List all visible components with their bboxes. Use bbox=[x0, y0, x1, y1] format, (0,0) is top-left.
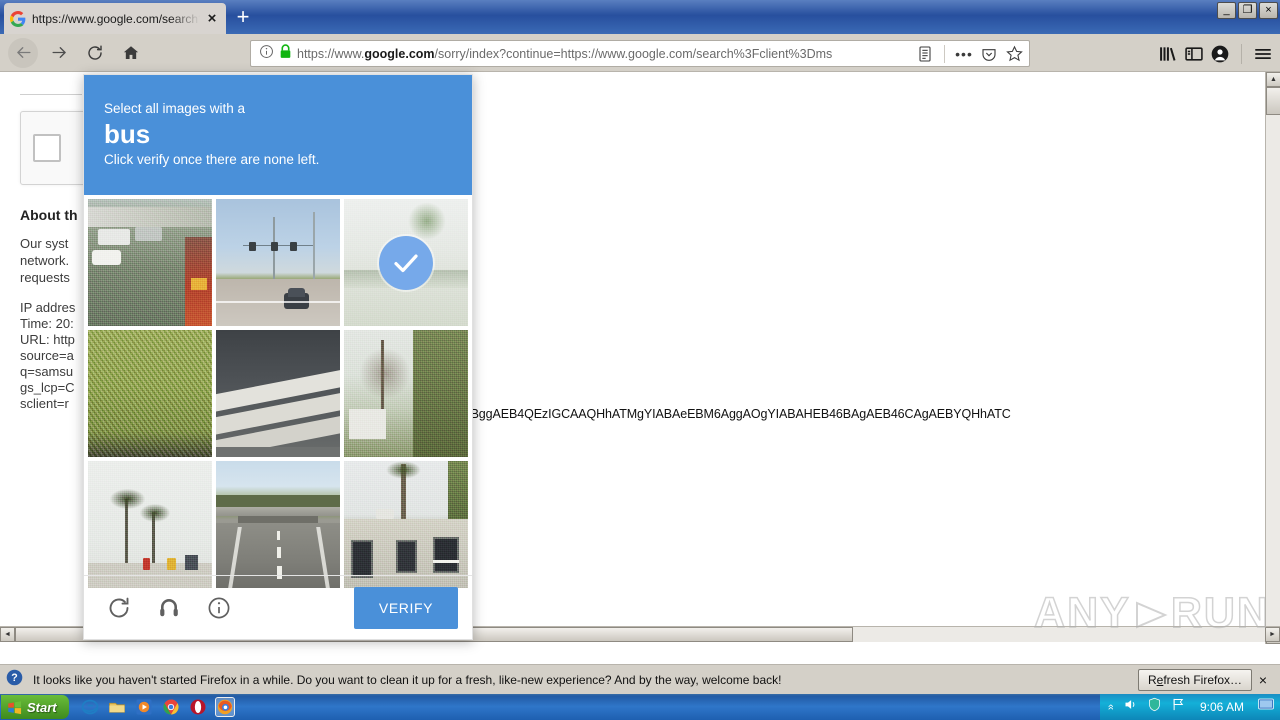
google-icon bbox=[10, 10, 26, 27]
show-hidden-icons-icon[interactable]: » bbox=[1105, 704, 1117, 710]
help-info-icon[interactable] bbox=[206, 595, 232, 621]
opera-icon[interactable] bbox=[189, 698, 207, 716]
chrome-icon[interactable] bbox=[162, 698, 180, 716]
padlock-icon[interactable] bbox=[279, 43, 292, 64]
tab-title: https://www.google.com/search? bbox=[32, 11, 200, 26]
maximize-restore-button[interactable]: ❐ bbox=[1238, 2, 1257, 19]
recaptcha-image-grid bbox=[84, 195, 472, 588]
page-actions-more-button[interactable]: ••• bbox=[953, 43, 975, 65]
captcha-tile[interactable] bbox=[216, 199, 340, 326]
vertical-scrollbar[interactable]: ▲ ▼ bbox=[1265, 72, 1280, 644]
divider bbox=[944, 44, 945, 63]
recaptcha-challenge-dialog: Select all images with a bus Click verif… bbox=[83, 74, 473, 640]
file-explorer-icon[interactable] bbox=[108, 698, 126, 716]
system-tray: » 9:06 AM bbox=[1099, 694, 1280, 720]
prompt-line-1: Select all images with a bbox=[104, 101, 246, 116]
forward-button[interactable] bbox=[44, 38, 74, 68]
vertical-scroll-track[interactable] bbox=[1266, 87, 1280, 629]
security-shield-icon[interactable] bbox=[1147, 697, 1162, 717]
media-player-icon[interactable] bbox=[135, 698, 153, 716]
title-bar: https://www.google.com/search? × + _ ❐ × bbox=[0, 0, 1280, 34]
close-window-button[interactable]: × bbox=[1259, 2, 1278, 19]
scroll-right-button[interactable]: ► bbox=[1265, 627, 1280, 642]
notification-message: It looks like you haven't started Firefo… bbox=[33, 672, 782, 687]
captcha-tile-selected[interactable] bbox=[344, 199, 468, 326]
svg-text:?: ? bbox=[11, 672, 17, 684]
pocket-icon[interactable] bbox=[978, 43, 1000, 65]
recaptcha-prompt-header: Select all images with a bus Click verif… bbox=[84, 75, 472, 195]
reload-button[interactable] bbox=[80, 38, 110, 68]
info-icon[interactable] bbox=[259, 44, 274, 64]
account-icon[interactable] bbox=[1209, 43, 1231, 65]
taskbar-clock[interactable]: 9:06 AM bbox=[1195, 700, 1249, 714]
start-label: Start bbox=[27, 699, 57, 715]
captcha-tile[interactable] bbox=[88, 199, 212, 326]
quick-launch-bar bbox=[73, 697, 242, 717]
prompt-line-2: Click verify once there are none left. bbox=[104, 152, 320, 167]
windows-taskbar: Start » 9:06 AM bbox=[0, 694, 1280, 720]
vertical-scroll-thumb[interactable] bbox=[1266, 87, 1280, 115]
audio-challenge-icon[interactable] bbox=[156, 595, 182, 621]
firefox-notification-bar: ? It looks like you haven't started Fire… bbox=[0, 664, 1280, 694]
captcha-tile[interactable] bbox=[344, 330, 468, 457]
browser-window: https://www.google.com/search? × + _ ❐ × bbox=[0, 0, 1280, 720]
show-desktop-icon[interactable] bbox=[1258, 698, 1274, 717]
captcha-tile[interactable] bbox=[216, 330, 340, 457]
browser-tab[interactable]: https://www.google.com/search? × bbox=[4, 3, 226, 34]
captcha-tile[interactable] bbox=[216, 461, 340, 588]
firefox-icon[interactable] bbox=[214, 697, 235, 717]
selected-checkmark-icon bbox=[379, 235, 433, 290]
address-bar[interactable]: https://www.google.com/sorry/index?conti… bbox=[250, 40, 1030, 67]
question-mark-icon: ? bbox=[6, 669, 23, 691]
back-button[interactable] bbox=[8, 37, 38, 68]
scroll-up-button[interactable]: ▲ bbox=[1266, 72, 1280, 87]
library-icon[interactable] bbox=[1157, 43, 1179, 65]
reload-challenge-icon[interactable] bbox=[106, 595, 132, 621]
start-button[interactable]: Start bbox=[1, 695, 69, 719]
verify-button[interactable]: VERIFY bbox=[354, 586, 458, 629]
new-tab-button[interactable]: + bbox=[230, 5, 256, 31]
window-controls: _ ❐ × bbox=[1217, 2, 1278, 20]
hamburger-menu-icon[interactable] bbox=[1252, 43, 1274, 65]
scroll-left-button[interactable]: ◄ bbox=[0, 627, 15, 642]
captcha-tile[interactable] bbox=[88, 461, 212, 588]
recaptcha-footer: VERIFY bbox=[84, 575, 472, 639]
close-icon[interactable]: × bbox=[204, 11, 220, 27]
volume-icon[interactable] bbox=[1123, 697, 1138, 717]
captcha-tile[interactable] bbox=[344, 461, 468, 588]
close-icon[interactable]: × bbox=[1252, 672, 1274, 688]
url-text[interactable]: https://www.google.com/sorry/index?conti… bbox=[297, 47, 910, 61]
prompt-target-object: bus bbox=[104, 119, 151, 149]
recaptcha-checkbox[interactable] bbox=[33, 134, 61, 162]
divider bbox=[1241, 44, 1242, 64]
captcha-tile[interactable] bbox=[88, 330, 212, 457]
internet-explorer-icon[interactable] bbox=[81, 698, 99, 716]
refresh-firefox-button[interactable]: Refresh Firefox… bbox=[1137, 668, 1252, 691]
sidebar-icon[interactable] bbox=[1183, 43, 1205, 65]
home-button[interactable] bbox=[116, 38, 146, 68]
toolbar-right-group bbox=[1157, 40, 1274, 68]
divider bbox=[20, 94, 82, 95]
network-flag-icon[interactable] bbox=[1171, 697, 1186, 717]
bookmark-star-icon[interactable] bbox=[1003, 43, 1025, 65]
reader-view-icon[interactable] bbox=[914, 43, 936, 65]
minimize-button[interactable]: _ bbox=[1217, 2, 1236, 19]
